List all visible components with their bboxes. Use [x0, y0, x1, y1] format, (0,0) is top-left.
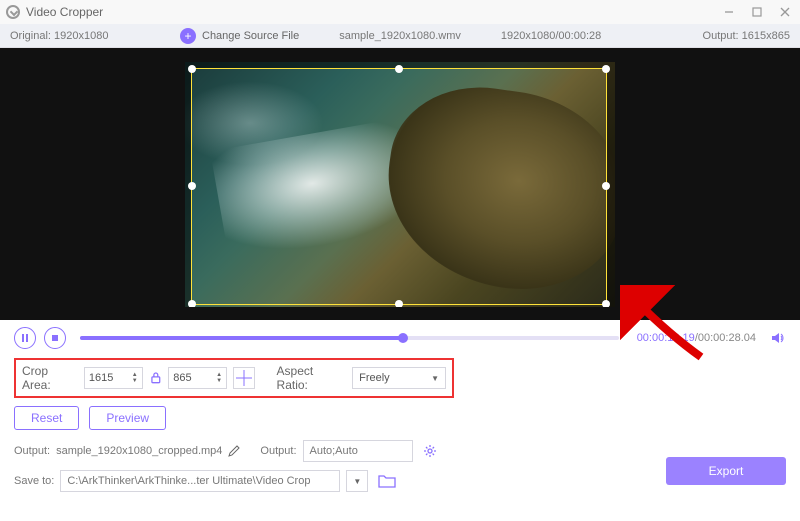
playback-time: 00:00:18.19/00:00:28.04 [637, 332, 756, 344]
crop-area-label: Crop Area: [22, 364, 78, 392]
original-value: 1920x1080 [54, 30, 108, 42]
export-button[interactable]: Export [666, 457, 786, 485]
app-logo-icon [6, 5, 20, 19]
window-title: Video Cropper [26, 5, 720, 19]
pause-button[interactable] [14, 327, 36, 349]
seek-thumb[interactable] [398, 333, 408, 343]
crop-width-field[interactable] [89, 372, 123, 384]
preview-button[interactable]: Preview [89, 406, 166, 430]
total-time: 00:00:28.04 [698, 332, 756, 344]
video-frame [185, 62, 615, 307]
source-duration: 1920x1080/00:00:28 [501, 30, 601, 42]
volume-button[interactable] [770, 330, 786, 346]
chevron-down-icon: ▼ [431, 374, 439, 383]
edit-filename-button[interactable] [228, 445, 240, 457]
plus-icon: + [180, 28, 196, 44]
crop-handle-bl[interactable] [188, 300, 196, 307]
output-mode-box[interactable]: Auto;Auto [303, 440, 413, 462]
seek-slider[interactable] [80, 336, 619, 340]
playback-controls: 00:00:18.19/00:00:28.04 [0, 320, 800, 356]
video-preview[interactable] [0, 48, 800, 320]
output-value: 1615x865 [742, 30, 790, 42]
change-source-button[interactable]: + Change Source File [180, 28, 299, 44]
reset-button[interactable]: Reset [14, 406, 79, 430]
save-path-dropdown[interactable]: ▼ [346, 470, 368, 492]
action-buttons: Reset Preview [0, 406, 800, 438]
crop-handle-tl[interactable] [188, 65, 196, 73]
settings-button[interactable] [423, 444, 437, 458]
crop-handle-tr[interactable] [602, 65, 610, 73]
save-path-box[interactable]: C:\ArkThinker\ArkThinke...ter Ultimate\V… [60, 470, 340, 492]
crop-rectangle[interactable] [191, 68, 607, 305]
source-filename: sample_1920x1080.wmv [339, 30, 461, 42]
crop-height-field[interactable] [173, 372, 207, 384]
info-bar: Original: 1920x1080 + Change Source File… [0, 24, 800, 48]
crop-height-input[interactable]: ▲▼ [168, 367, 227, 389]
height-down-icon[interactable]: ▼ [216, 378, 222, 384]
output-file-label: Output: [14, 445, 50, 457]
change-source-label: Change Source File [202, 30, 299, 42]
seek-fill [80, 336, 403, 340]
crop-settings-row: Crop Area: ▲▼ ▲▼ Aspect Ratio: Freely ▼ [14, 358, 454, 398]
aspect-ratio-select[interactable]: Freely ▼ [352, 367, 446, 389]
output-dimension: Output: 1615x865 [703, 30, 790, 42]
crop-handle-bm[interactable] [395, 300, 403, 307]
titlebar: Video Cropper [0, 0, 800, 24]
center-crop-button[interactable] [233, 367, 255, 389]
open-folder-button[interactable] [378, 474, 396, 488]
crop-handle-mr[interactable] [602, 182, 610, 190]
crop-width-input[interactable]: ▲▼ [84, 367, 143, 389]
current-time: 00:00:18.19 [637, 332, 695, 344]
output-filename: sample_1920x1080_cropped.mp4 [56, 445, 222, 457]
save-to-label: Save to: [14, 475, 54, 487]
output-mode-label: Output: [260, 445, 296, 457]
stop-button[interactable] [44, 327, 66, 349]
output-mode-value: Auto;Auto [310, 445, 358, 457]
crop-handle-ml[interactable] [188, 182, 196, 190]
close-button[interactable] [776, 3, 794, 21]
aspect-ratio-label: Aspect Ratio: [277, 364, 347, 392]
original-label: Original: [10, 30, 51, 42]
chevron-down-icon: ▼ [353, 477, 361, 486]
crop-handle-br[interactable] [602, 300, 610, 307]
crop-handle-tm[interactable] [395, 65, 403, 73]
aspect-ratio-value: Freely [359, 372, 390, 384]
output-label: Output: [703, 30, 739, 42]
save-path-value: C:\ArkThinker\ArkThinke...ter Ultimate\V… [67, 475, 310, 487]
lock-aspect-button[interactable] [149, 371, 163, 385]
maximize-button[interactable] [748, 3, 766, 21]
original-dimension: Original: 1920x1080 [10, 30, 180, 42]
save-row: Save to: C:\ArkThinker\ArkThinke...ter U… [0, 468, 800, 494]
minimize-button[interactable] [720, 3, 738, 21]
width-down-icon[interactable]: ▼ [132, 378, 138, 384]
